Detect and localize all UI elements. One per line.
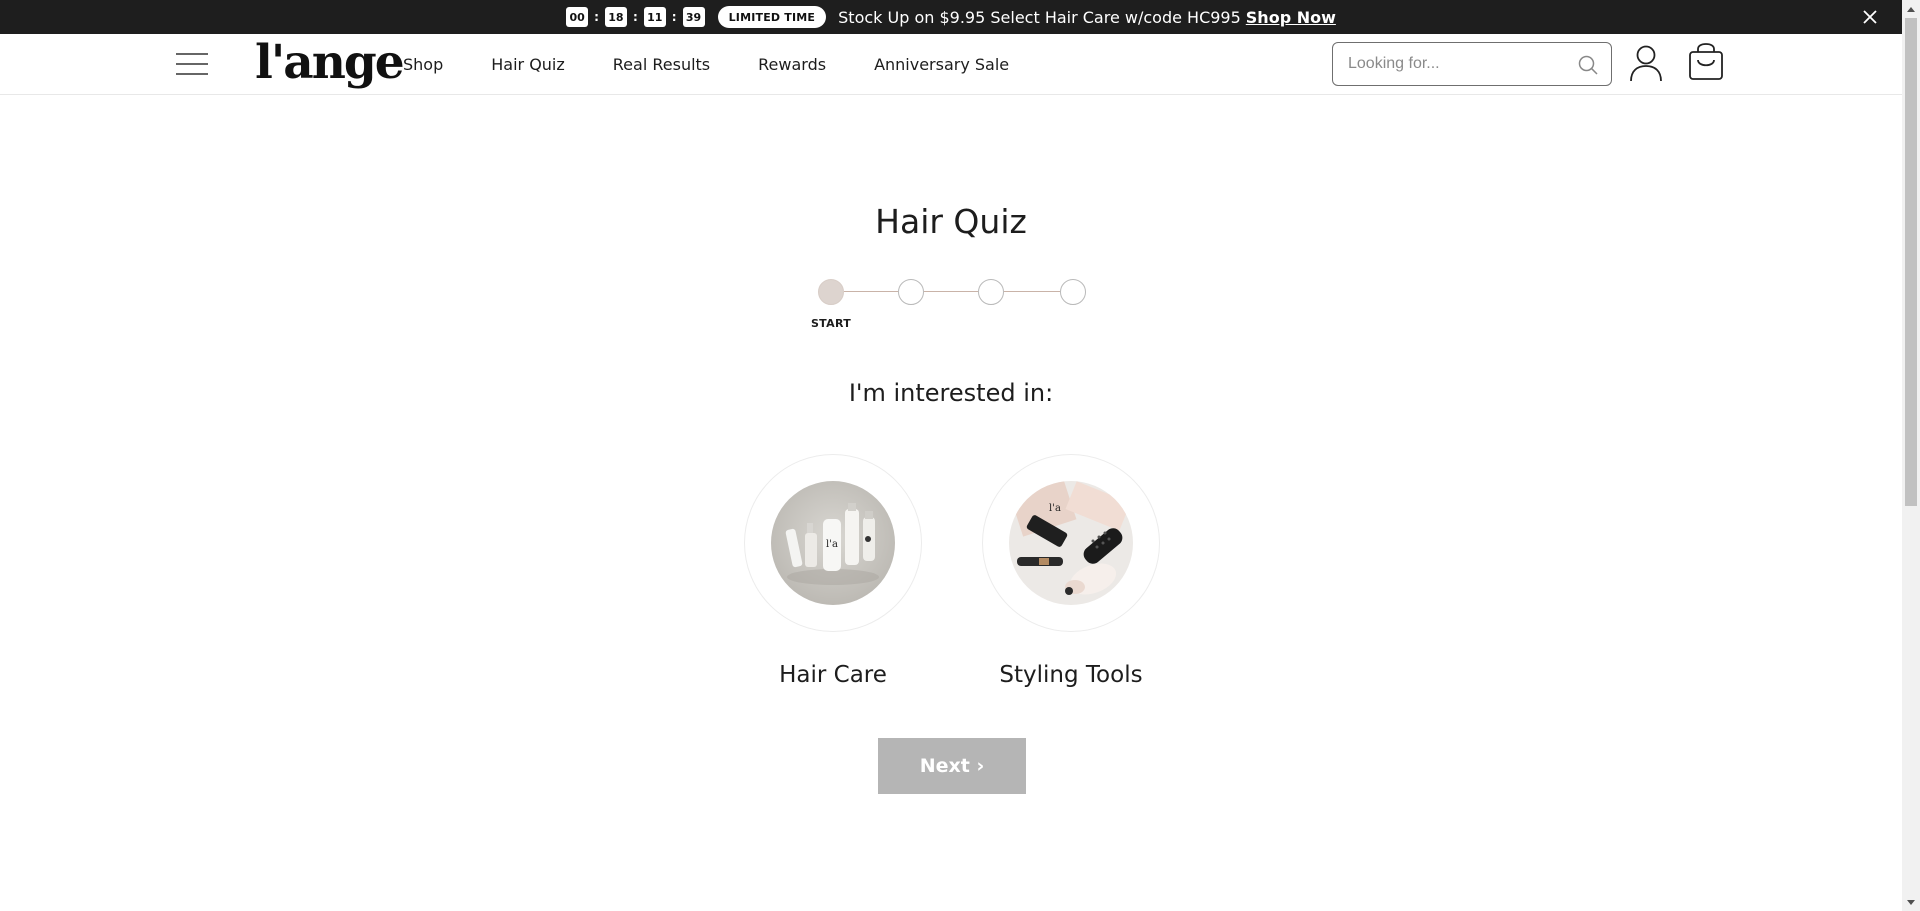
step-connector [924,291,978,292]
main-nav: Shop Hair Quiz Real Results Rewards Anni… [403,34,1057,94]
next-button[interactable]: Next › [878,738,1026,794]
timer-minutes: 18 [604,7,627,27]
svg-text:l'a: l'a [826,539,838,550]
shop-now-link[interactable]: Shop Now [1246,8,1336,27]
site-header: l'ange Shop Hair Quiz Real Results Rewar… [0,34,1902,95]
option-label: Hair Care [779,662,887,688]
timer-separator: : [632,10,638,24]
option-ring: l'a [982,454,1160,632]
option-ring: l'a [744,454,922,632]
scroll-thumb[interactable] [1905,18,1917,506]
step-dot-2 [898,279,924,305]
styling-tools-image: l'a [1009,481,1133,605]
timer-hours: 00 [566,7,589,27]
timer-seconds: 11 [643,7,666,27]
countdown-timer: 00 : 18 : 11 : 39 [566,7,705,27]
quiz-question: I'm interested in: [848,379,1054,407]
account-icon[interactable] [1629,44,1663,82]
timer-frames: 39 [682,7,705,27]
step-label: START [810,317,852,330]
step-connector [1004,291,1060,292]
limited-time-badge: LIMITED TIME [717,6,827,28]
timer-separator: : [671,10,677,24]
cart-icon[interactable] [1688,43,1724,81]
page-scrollbar[interactable] [1902,0,1920,911]
step-dot-3 [978,279,1004,305]
close-icon[interactable] [1860,7,1880,27]
nav-item-anniversary-sale[interactable]: Anniversary Sale [874,55,1009,74]
option-styling-tools[interactable]: l'a Styling Tools [982,454,1160,688]
announcement-bar: 00 : 18 : 11 : 39 LIMITED TIME Stock Up … [0,0,1902,34]
nav-item-real-results[interactable]: Real Results [613,55,710,74]
nav-item-rewards[interactable]: Rewards [758,55,826,74]
nav-item-shop[interactable]: Shop [403,55,443,74]
scroll-up-arrow-icon[interactable] [1902,0,1920,17]
page-title: Hair Quiz [875,202,1027,241]
search-icon[interactable] [1577,54,1599,76]
timer-separator: : [594,10,599,24]
search-input[interactable] [1348,55,1568,73]
step-connector [844,291,898,292]
search-box [1332,42,1612,86]
nav-item-hair-quiz[interactable]: Hair Quiz [491,55,565,74]
step-dot-4 [1060,279,1086,305]
option-label: Styling Tools [999,662,1143,688]
promo-text: Stock Up on $9.95 Select Hair Care w/cod… [838,7,1241,27]
option-hair-care[interactable]: l'a Hair Care [744,454,922,688]
scroll-down-arrow-icon[interactable] [1902,894,1920,911]
quiz-progress-stepper [818,279,1086,305]
brand-logo[interactable]: l'ange [255,37,405,89]
menu-icon[interactable] [175,50,209,78]
svg-text:l'a: l'a [1049,503,1061,514]
hair-care-products-image: l'a [771,481,895,605]
step-dot-1 [818,279,844,305]
announcement-content: 00 : 18 : 11 : 39 LIMITED TIME Stock Up … [566,6,1336,28]
